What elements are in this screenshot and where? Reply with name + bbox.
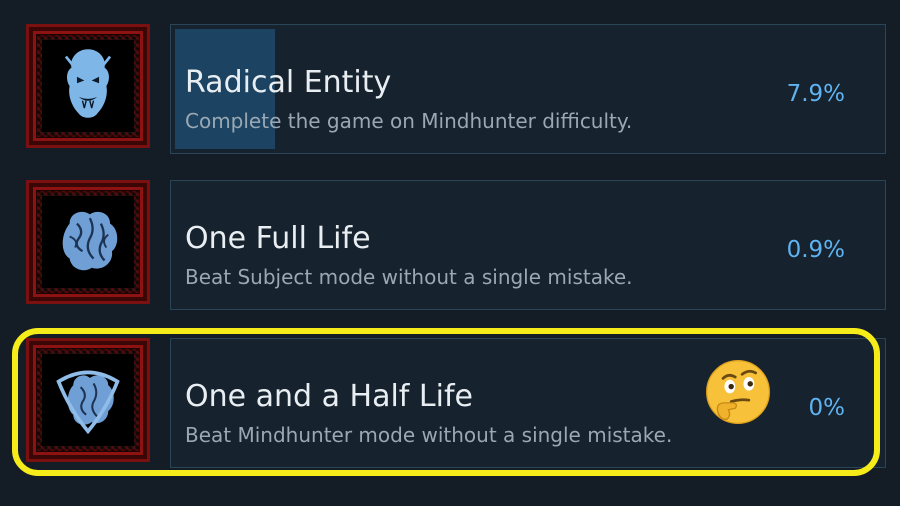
- achievement-unlock-percent: 0%: [808, 395, 846, 421]
- achievement-description: Beat Mindhunter mode without a single mi…: [185, 423, 673, 447]
- achievement-description: Complete the game on Mindhunter difficul…: [185, 109, 633, 133]
- achievement-icon-frame: [26, 180, 150, 304]
- brain-knot-icon: [56, 370, 120, 435]
- achievement-card[interactable]: One and a Half Life Beat Mindhunter mode…: [170, 338, 886, 468]
- achievement-icon-frame: [26, 338, 150, 462]
- achievement-title: Radical Entity: [185, 65, 392, 100]
- achievement-unlock-percent: 7.9%: [786, 81, 845, 107]
- achievement-title: One and a Half Life: [185, 379, 473, 414]
- brain-icon: [62, 211, 118, 271]
- achievement-description: Beat Subject mode without a single mista…: [185, 265, 633, 289]
- achievement-card[interactable]: Radical Entity Complete the game on Mind…: [170, 24, 886, 154]
- achievement-title: One Full Life: [185, 221, 371, 256]
- demon-face-icon: [64, 49, 112, 118]
- thinking-face-icon: [704, 358, 772, 426]
- achievement-icon-frame: [26, 24, 150, 148]
- achievement-card[interactable]: One Full Life Beat Subject mode without …: [170, 180, 886, 310]
- achievement-unlock-percent: 0.9%: [786, 237, 845, 263]
